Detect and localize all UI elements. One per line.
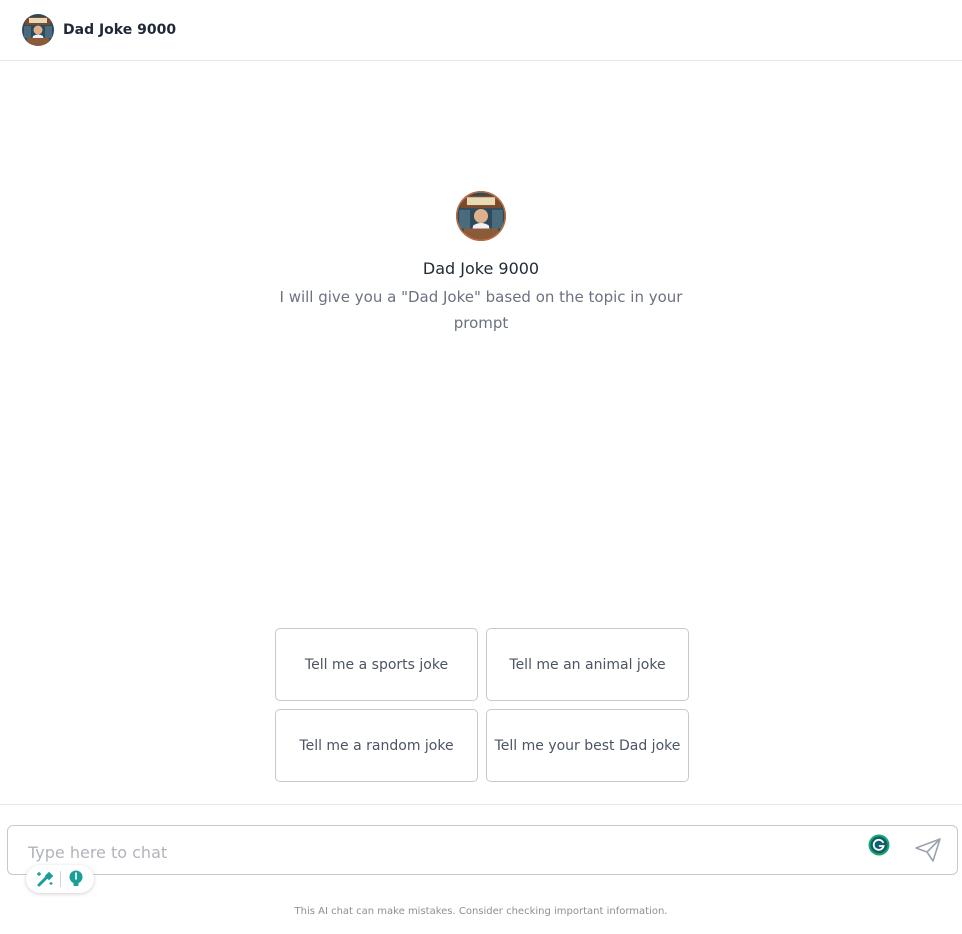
suggestion-grid: Tell me a sports joke Tell me an animal … [275, 628, 690, 782]
magic-wand-icon[interactable] [35, 869, 55, 889]
chat-input[interactable] [26, 840, 850, 864]
suggestion-animal-joke-button[interactable]: Tell me an animal joke [486, 628, 689, 701]
bot-intro: Dad Joke 9000 I will give you a "Dad Jok… [0, 191, 962, 336]
tools-separator [59, 871, 61, 887]
suggestion-random-joke-button[interactable]: Tell me a random joke [275, 709, 478, 782]
header-title: Dad Joke 9000 [63, 22, 177, 38]
grammarly-icon[interactable] [868, 834, 890, 856]
suggestion-sports-joke-button[interactable]: Tell me a sports joke [275, 628, 478, 701]
composer-tools [26, 865, 94, 893]
send-icon[interactable] [914, 837, 942, 863]
bot-name: Dad Joke 9000 [422, 259, 540, 278]
lightbulb-icon[interactable] [66, 869, 86, 889]
chat-composer [7, 825, 958, 875]
ai-disclaimer: This AI chat can make mistakes. Consider… [294, 906, 668, 917]
bot-description: I will give you a "Dad Joke" based on th… [279, 288, 683, 332]
composer-divider [0, 804, 962, 805]
bot-avatar [22, 14, 54, 46]
bot-avatar-large [456, 191, 506, 241]
suggestion-best-dad-joke-button[interactable]: Tell me your best Dad joke [486, 709, 689, 782]
top-bar: Dad Joke 9000 [0, 0, 962, 61]
